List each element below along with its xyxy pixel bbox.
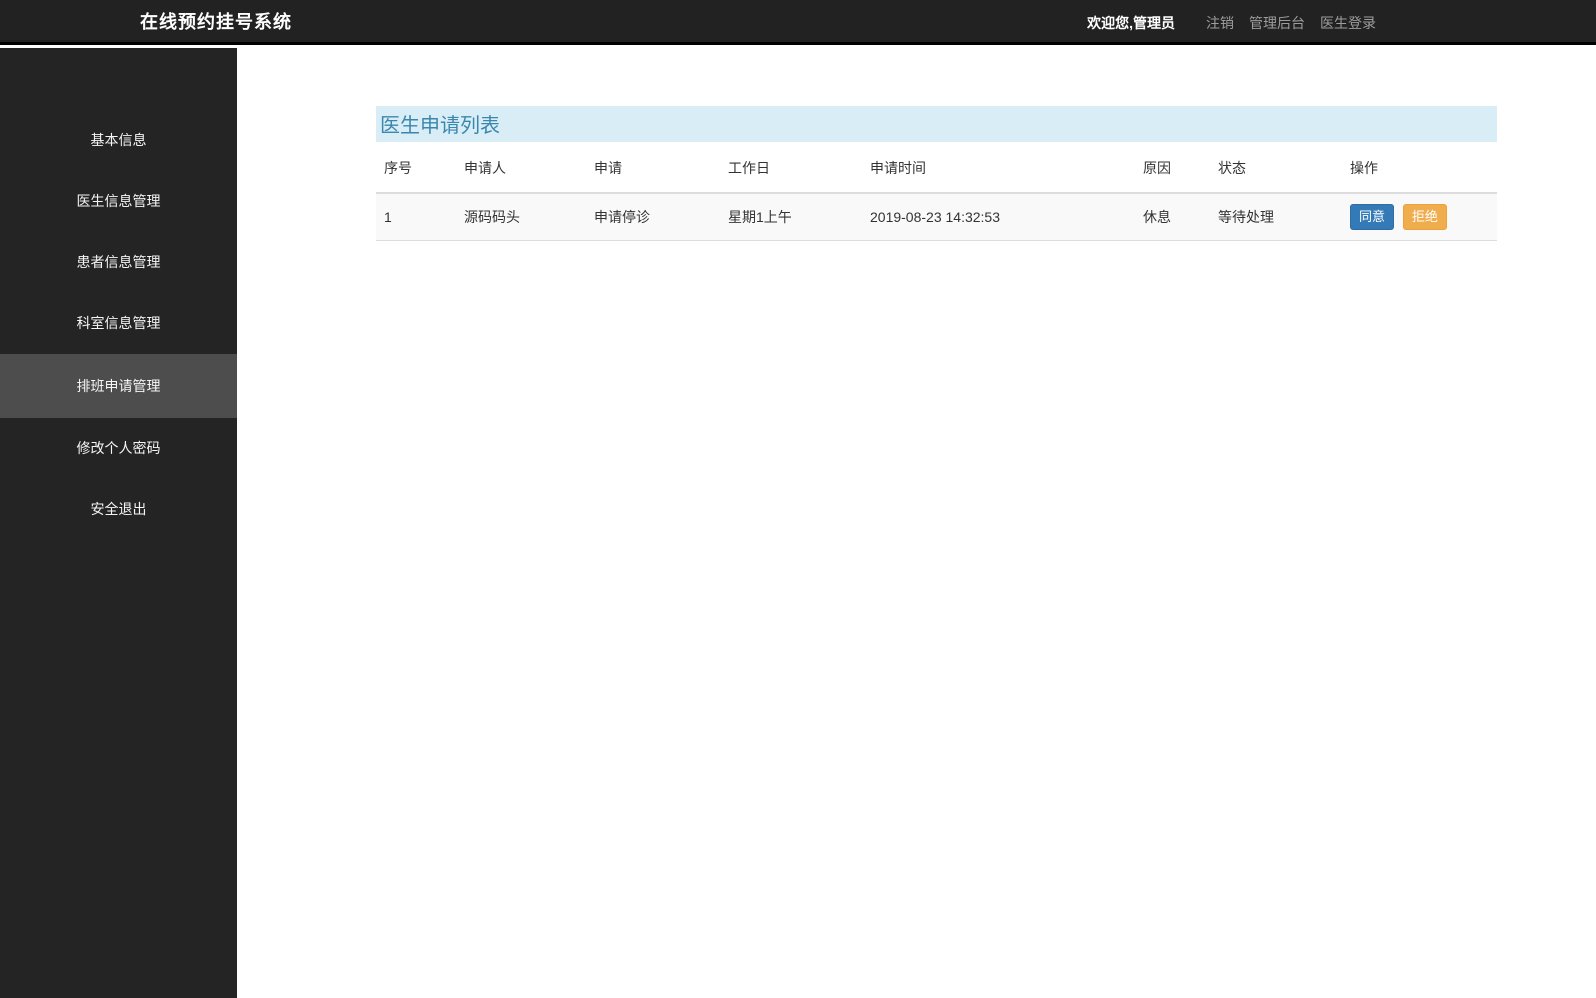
sidebar-item-doctor-info-management[interactable]: 医生信息管理	[0, 171, 237, 232]
column-header-no: 序号	[376, 144, 456, 194]
welcome-text: 欢迎您,管理员	[1087, 14, 1175, 31]
cell-reason: 休息	[1135, 193, 1210, 242]
cell-application: 申请停诊	[586, 193, 720, 242]
cell-apply-time: 2019-08-23 14:32:53	[862, 193, 1135, 242]
cell-status: 等待处理	[1210, 193, 1342, 242]
sidebar: 基本信息 医生信息管理 患者信息管理 科室信息管理 排班申请管理 修改个人密码 …	[0, 48, 237, 998]
header-nav: 欢迎您,管理员 注销 管理后台 医生登录	[1087, 0, 1376, 45]
column-header-status: 状态	[1210, 144, 1342, 194]
sidebar-item-patient-info-management[interactable]: 患者信息管理	[0, 232, 237, 293]
cell-applicant: 源码码头	[456, 193, 586, 242]
reject-button[interactable]: 拒绝	[1402, 204, 1447, 231]
nav-link-admin-backend[interactable]: 管理后台	[1249, 13, 1305, 33]
app-title: 在线预约挂号系统	[140, 12, 292, 32]
cell-operation: 同意 拒绝	[1342, 193, 1497, 242]
table-row: 1 源码码头 申请停诊 星期1上午 2019-08-23 14:32:53 休息…	[376, 193, 1497, 242]
sidebar-item-schedule-application-management[interactable]: 排班申请管理	[0, 354, 237, 418]
sidebar-item-department-info-management[interactable]: 科室信息管理	[0, 293, 237, 354]
page-title: 医生申请列表	[376, 106, 1497, 142]
column-header-workday: 工作日	[720, 144, 862, 194]
content-container: 医生申请列表 序号 申请人 申请 工作日 申请时间 原因 状态 操作 1 源码码…	[376, 106, 1497, 242]
column-header-applicant: 申请人	[456, 144, 586, 194]
cell-no: 1	[376, 193, 456, 242]
doctor-application-table: 序号 申请人 申请 工作日 申请时间 原因 状态 操作 1 源码码头 申请停诊 …	[376, 144, 1497, 242]
sidebar-menu: 基本信息 医生信息管理 患者信息管理 科室信息管理 排班申请管理 修改个人密码 …	[0, 48, 237, 540]
sidebar-item-basic-info[interactable]: 基本信息	[0, 110, 237, 171]
cell-workday: 星期1上午	[720, 193, 862, 242]
table-header: 序号 申请人 申请 工作日 申请时间 原因 状态 操作	[376, 144, 1497, 194]
sidebar-item-safe-exit[interactable]: 安全退出	[0, 479, 237, 540]
sidebar-item-change-password[interactable]: 修改个人密码	[0, 418, 237, 479]
top-header-bar: 在线预约挂号系统 欢迎您,管理员 注销 管理后台 医生登录	[0, 0, 1596, 45]
nav-link-doctor-login[interactable]: 医生登录	[1320, 13, 1376, 33]
column-header-operation: 操作	[1342, 144, 1497, 194]
column-header-application: 申请	[586, 144, 720, 194]
column-header-apply-time: 申请时间	[862, 144, 1135, 194]
agree-button[interactable]: 同意	[1350, 204, 1395, 231]
column-header-reason: 原因	[1135, 144, 1210, 194]
nav-link-logout[interactable]: 注销	[1206, 13, 1234, 33]
main-content: 医生申请列表 序号 申请人 申请 工作日 申请时间 原因 状态 操作 1 源码码…	[237, 48, 1596, 998]
